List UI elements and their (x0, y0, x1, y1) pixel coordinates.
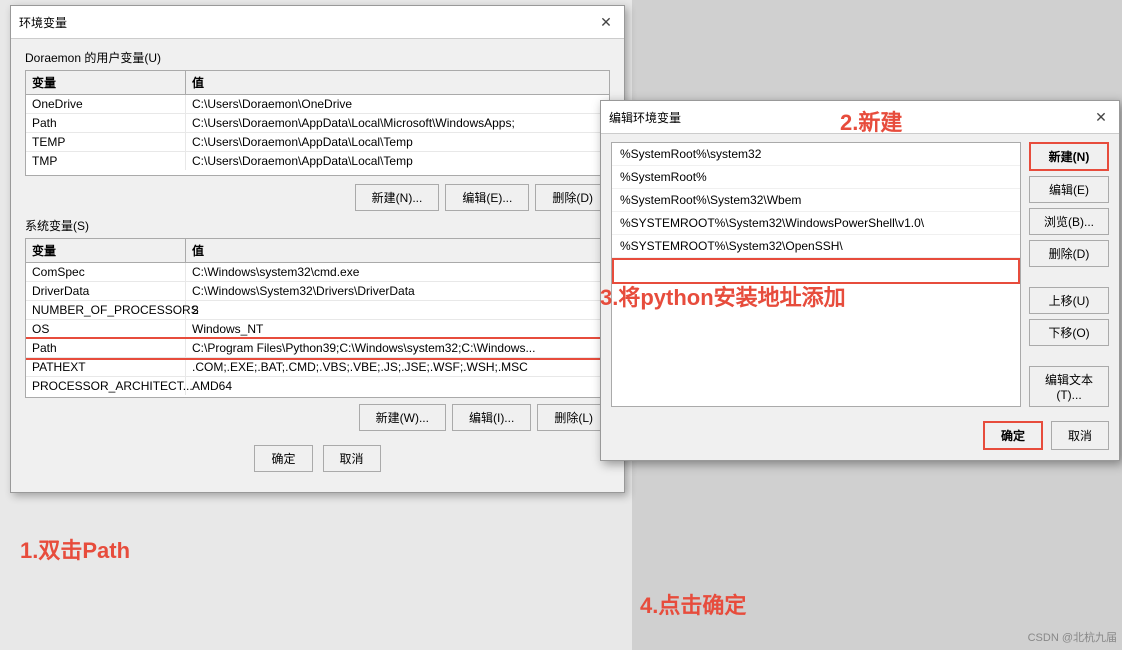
sys-col-var-header: 变量 (26, 239, 186, 262)
user-table-row[interactable]: OneDriveC:\Users\Doraemon\OneDrive (26, 95, 609, 114)
edit-dialog-content: %SystemRoot%\system32%SystemRoot%%System… (601, 134, 1119, 415)
watermark: CSDN @北杭九届 (1028, 629, 1117, 645)
sys-table-body: ComSpecC:\Windows\system32\cmd.exeDriver… (26, 263, 609, 395)
main-bottom-btns: 确定 取消 (25, 437, 610, 482)
user-btns-row: 新建(N)... 编辑(E)... 删除(D) (25, 184, 610, 211)
path-list-item[interactable]: %SystemRoot%\System32\Wbem (612, 189, 1020, 212)
sys-table-row[interactable]: NUMBER_OF_PROCESSORS2 (26, 301, 609, 320)
path-list-item[interactable]: %SYSTEMROOT%\System32\OpenSSH\ (612, 235, 1020, 258)
edit-ok-button[interactable]: 确定 (983, 421, 1043, 450)
sys-edit-button[interactable]: 编辑(I)... (452, 404, 531, 431)
user-col-var-header: 变量 (26, 71, 186, 94)
sys-table-row[interactable]: OSWindows_NT (26, 320, 609, 339)
edit-cancel-button[interactable]: 取消 (1051, 421, 1109, 450)
sys-table-header: 变量 值 (26, 239, 609, 263)
main-ok-button[interactable]: 确定 (254, 445, 312, 472)
user-del-button[interactable]: 删除(D) (535, 184, 610, 211)
edit-dialog-close-button[interactable]: ✕ (1091, 107, 1111, 127)
sys-section-label: 系统变量(S) (25, 217, 610, 234)
path-list[interactable]: %SystemRoot%\system32%SystemRoot%%System… (611, 142, 1021, 407)
edit-browse-button[interactable]: 浏览(B)... (1029, 208, 1109, 235)
path-list-item[interactable]: %SystemRoot% (612, 166, 1020, 189)
user-table-body: OneDriveC:\Users\Doraemon\OneDrivePathC:… (26, 95, 609, 175)
path-list-item[interactable]: C:\Program Files\Python39 (612, 258, 1020, 284)
edit-right-buttons: 新建(N) 编辑(E) 浏览(B)... 删除(D) 上移(U) 下移(O) 编… (1029, 142, 1109, 407)
user-table-row[interactable]: TMPC:\Users\Doraemon\AppData\Local\Temp (26, 152, 609, 170)
env-dialog-title: 环境变量 (19, 14, 67, 31)
sys-btns-row: 新建(W)... 编辑(I)... 删除(L) (25, 404, 610, 431)
edit-bottom-btns: 确定 取消 (601, 415, 1119, 460)
edit-new-button[interactable]: 新建(N) (1029, 142, 1109, 171)
annotation-step1: 1.双击Path (20, 533, 130, 565)
sys-table-row[interactable]: PATHEXT.COM;.EXE;.BAT;.CMD;.VBS;.VBE;.JS… (26, 358, 609, 377)
edit-edit-button[interactable]: 编辑(E) (1029, 176, 1109, 203)
sys-new-button[interactable]: 新建(W)... (359, 404, 446, 431)
user-vars-table: 变量 值 OneDriveC:\Users\Doraemon\OneDriveP… (25, 70, 610, 176)
user-table-row[interactable]: TEMPC:\Users\Doraemon\AppData\Local\Temp (26, 133, 609, 152)
edit-text-button[interactable]: 编辑文本(T)... (1029, 366, 1109, 407)
user-new-button[interactable]: 新建(N)... (355, 184, 440, 211)
sys-table-row[interactable]: ComSpecC:\Windows\system32\cmd.exe (26, 263, 609, 282)
user-table-row[interactable]: PathC:\Users\Doraemon\AppData\Local\Micr… (26, 114, 609, 133)
edit-env-dialog: 编辑环境变量 ✕ %SystemRoot%\system32%SystemRoo… (600, 100, 1120, 461)
edit-dialog-titlebar: 编辑环境变量 ✕ (601, 101, 1119, 134)
sys-col-val-header: 值 (186, 239, 609, 262)
edit-down-button[interactable]: 下移(O) (1029, 319, 1109, 346)
sys-table-row[interactable]: PathC:\Program Files\Python39;C:\Windows… (26, 339, 609, 358)
sys-vars-table: 变量 值 ComSpecC:\Windows\system32\cmd.exeD… (25, 238, 610, 398)
path-list-item[interactable]: %SYSTEMROOT%\System32\WindowsPowerShell\… (612, 212, 1020, 235)
user-col-val-header: 值 (186, 71, 609, 94)
path-list-item[interactable]: %SystemRoot%\system32 (612, 143, 1020, 166)
env-dialog-close-button[interactable]: ✕ (596, 12, 616, 32)
env-variables-dialog: 环境变量 ✕ Doraemon 的用户变量(U) 变量 值 OneDriveC:… (10, 5, 625, 493)
user-section-label: Doraemon 的用户变量(U) (25, 49, 610, 66)
user-table-header: 变量 值 (26, 71, 609, 95)
sys-table-row[interactable]: DriverDataC:\Windows\System32\Drivers\Dr… (26, 282, 609, 301)
edit-del-button[interactable]: 删除(D) (1029, 240, 1109, 267)
sys-table-row[interactable]: PROCESSOR_ARCHITECT...AMD64 (26, 377, 609, 395)
edit-dialog-title: 编辑环境变量 (609, 109, 681, 126)
env-dialog-titlebar: 环境变量 ✕ (11, 6, 624, 39)
user-edit-button[interactable]: 编辑(E)... (445, 184, 529, 211)
env-dialog-content: Doraemon 的用户变量(U) 变量 值 OneDriveC:\Users\… (11, 39, 624, 492)
edit-up-button[interactable]: 上移(U) (1029, 287, 1109, 314)
main-cancel-button[interactable]: 取消 (323, 445, 381, 472)
